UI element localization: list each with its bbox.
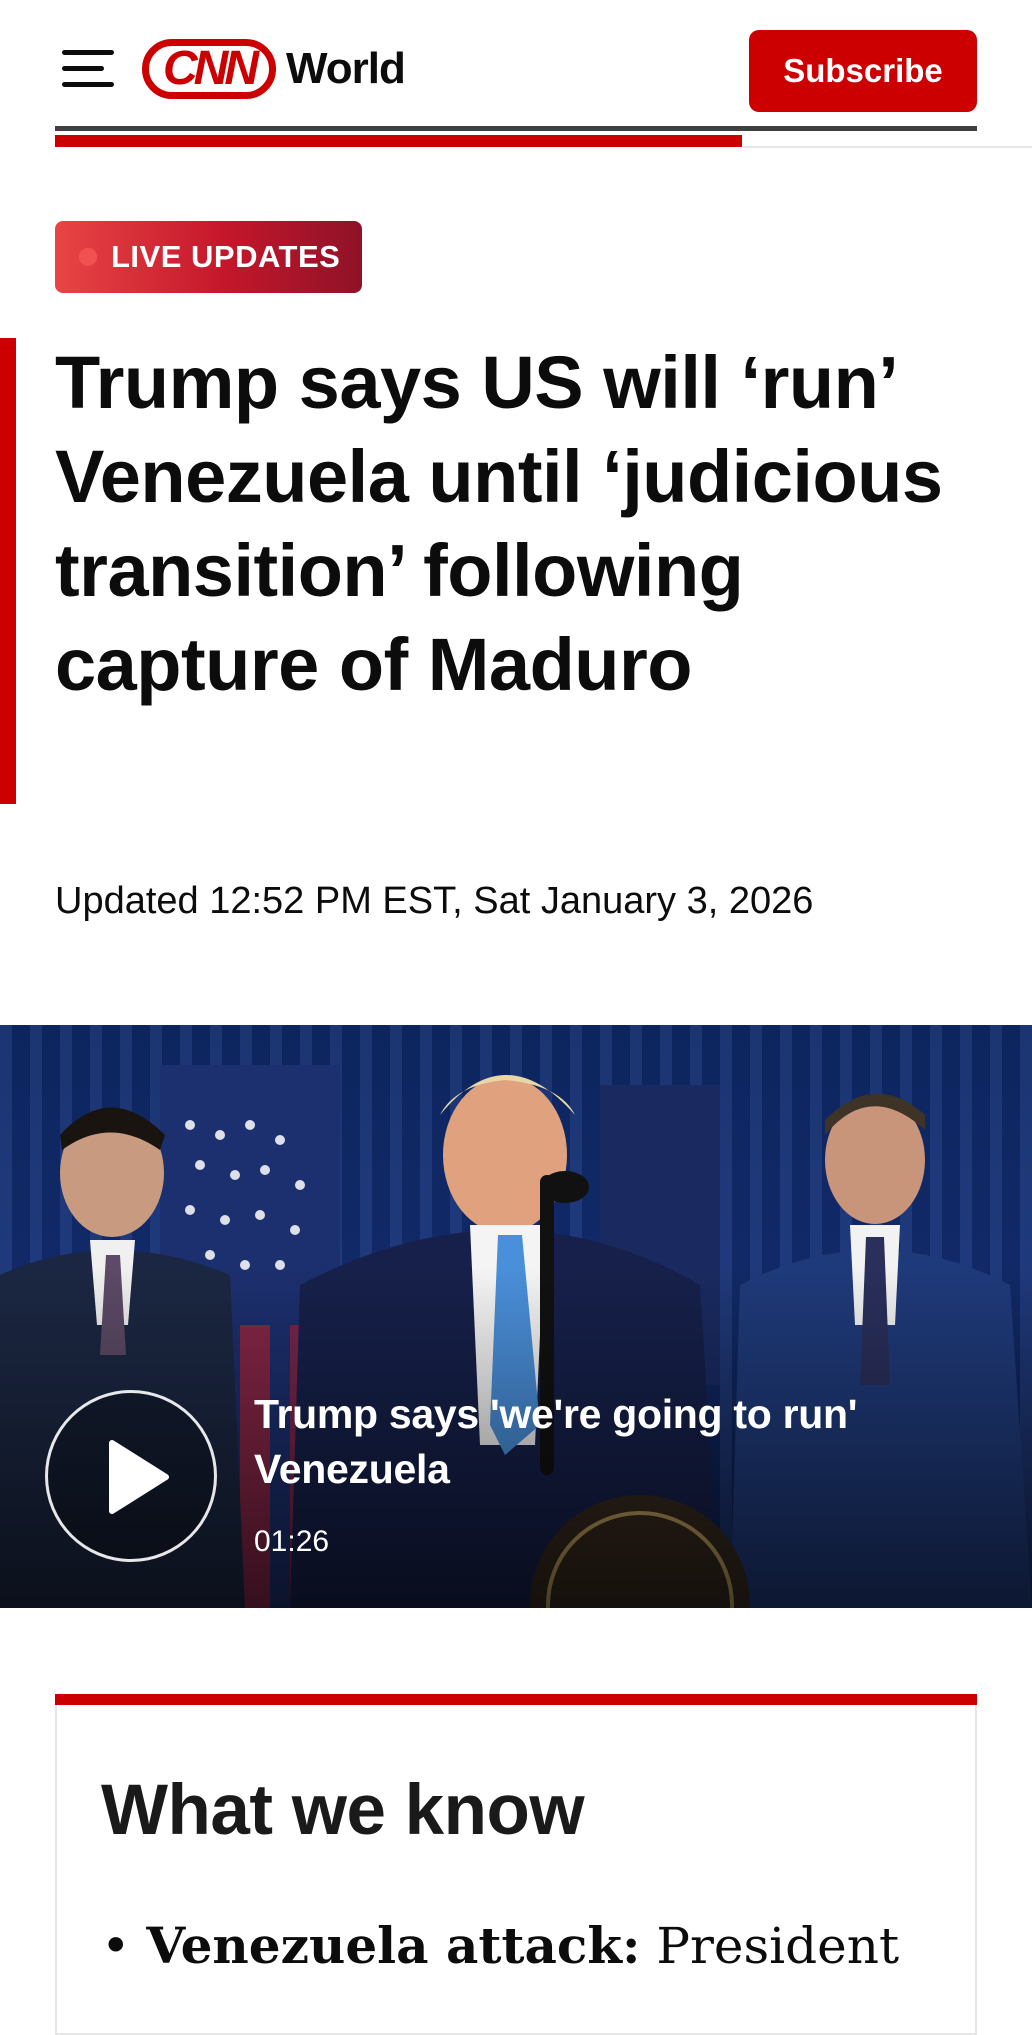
what-we-know-title: What we know xyxy=(101,1771,585,1850)
menu-icon[interactable] xyxy=(62,50,114,88)
video-duration: 01:26 xyxy=(254,1525,330,1558)
play-icon xyxy=(109,1440,169,1514)
live-badge-label: LIVE UPDATES xyxy=(111,239,341,274)
item-text: President xyxy=(656,1917,900,1975)
cnn-logo-mark: CNN xyxy=(142,39,276,99)
section-name[interactable]: World xyxy=(286,44,406,94)
video-title[interactable]: Trump says 'we're going to run' Venezuel… xyxy=(254,1387,974,1497)
header-divider xyxy=(55,126,977,131)
what-we-know-accent xyxy=(55,1694,977,1705)
cnn-logo[interactable]: CNN World xyxy=(142,36,406,102)
bullet: • xyxy=(101,1917,131,1975)
subscribe-button[interactable]: Subscribe xyxy=(749,30,977,112)
video-player[interactable]: Trump says 'we're going to run' Venezuel… xyxy=(0,1025,1032,1608)
play-button[interactable] xyxy=(45,1390,217,1562)
live-updates-badge[interactable]: LIVE UPDATES xyxy=(55,221,362,293)
article-timestamp: Updated 12:52 PM EST, Sat January 3, 202… xyxy=(55,880,814,922)
reading-progress-fill xyxy=(55,135,742,147)
what-we-know-item: • Venezuela attack: President xyxy=(101,1916,899,1975)
page-divider xyxy=(743,146,1032,148)
site-header: CNN World Subscribe xyxy=(0,0,1032,148)
article-headline: Trump says US will ‘run’ Venezuela until… xyxy=(55,341,943,706)
live-dot-icon xyxy=(79,248,97,266)
what-we-know-box xyxy=(55,1705,977,2035)
item-lead: Venezuela attack: xyxy=(146,1916,641,1975)
headline-accent-bar xyxy=(0,338,16,804)
